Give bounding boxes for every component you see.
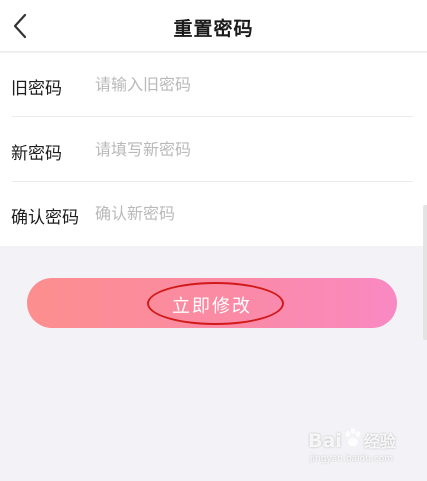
new-password-input[interactable] xyxy=(95,134,395,164)
watermark: Bai 经验 jingyan.baidu.com xyxy=(308,428,420,468)
confirm-password-label: 确认密码 xyxy=(11,208,79,228)
watermark-brand: Bai 经验 xyxy=(308,430,396,452)
submit-button[interactable]: 立即修改 xyxy=(27,278,397,328)
old-password-row: 旧密码 xyxy=(0,53,427,117)
new-password-label: 新密码 xyxy=(11,144,62,164)
confirm-password-input[interactable] xyxy=(95,198,395,228)
old-password-label: 旧密码 xyxy=(11,79,62,99)
old-password-input[interactable] xyxy=(95,69,395,99)
watermark-site: jingyan.baidu.com xyxy=(310,454,394,464)
password-form: 旧密码 新密码 确认密码 xyxy=(0,53,427,246)
new-password-row: 新密码 xyxy=(0,118,427,182)
paw-icon xyxy=(345,428,361,447)
divider xyxy=(12,116,413,117)
scroll-handle[interactable] xyxy=(423,205,427,340)
navigation-bar: 重置密码 xyxy=(0,0,427,52)
submit-button-label: 立即修改 xyxy=(172,296,252,316)
confirm-password-row: 确认密码 xyxy=(0,182,427,246)
page-title: 重置密码 xyxy=(173,18,254,40)
